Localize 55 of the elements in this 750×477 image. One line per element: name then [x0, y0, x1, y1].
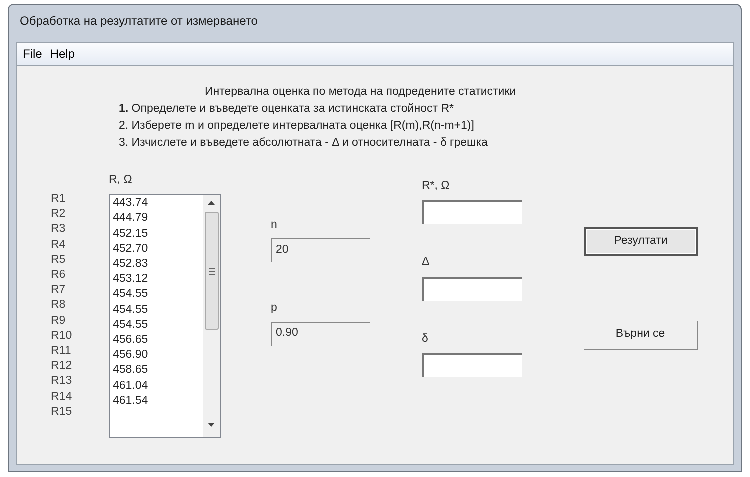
- readonly-field[interactable]: 20: [271, 238, 370, 262]
- row-label: R8: [51, 298, 67, 314]
- row-label: R15: [51, 404, 74, 420]
- row-label: R6: [51, 268, 67, 284]
- instruction-step: 2. Изберете m и определете интервалната оценка [R(m),R(n-m+1)]: [119, 118, 733, 135]
- field-label: R*, Ω: [422, 179, 451, 194]
- row-label: R10: [51, 328, 74, 344]
- action-button[interactable]: Резултати: [584, 227, 698, 256]
- list-label: R, Ω: [109, 173, 134, 188]
- row-label: R1: [51, 192, 67, 207]
- instruction-step: 1. Определете и въведете оценката за истинската стойност R*: [119, 101, 733, 118]
- list-item[interactable]: 456.65: [113, 333, 203, 348]
- row-label: R13: [51, 374, 74, 390]
- readonly-field[interactable]: 0.90: [271, 322, 370, 346]
- menu-item[interactable]: File: [23, 45, 42, 63]
- row-label: R7: [51, 283, 67, 298]
- scroll-down-icon[interactable]: [208, 423, 215, 428]
- instruction-step: 3. Изчислете и въведете абсолютната - Δ и относителната - δ грешка: [119, 135, 733, 152]
- window-title: Обработка на резултатите от измерването: [20, 13, 258, 30]
- row-label: R3: [51, 222, 67, 238]
- row-label: R9: [51, 314, 67, 329]
- row-label: R5: [51, 252, 67, 268]
- field-label: Δ: [422, 255, 431, 270]
- list-item[interactable]: 443.74: [113, 196, 203, 212]
- list-item[interactable]: 461.54: [113, 394, 203, 410]
- row-label: R4: [51, 238, 67, 253]
- list-item[interactable]: 454.55: [113, 287, 203, 303]
- row-label: R2: [51, 207, 67, 222]
- list-item[interactable]: 452.15: [113, 226, 203, 242]
- grip-icon: [208, 268, 214, 275]
- field-label: n: [271, 218, 278, 233]
- list-item[interactable]: 458.65: [113, 363, 203, 379]
- input-field[interactable]: [422, 200, 522, 224]
- row-label: R14: [51, 390, 74, 405]
- menu-item[interactable]: Help: [50, 45, 76, 63]
- list-item[interactable]: 444.79: [113, 211, 203, 227]
- scrollbar[interactable]: [203, 195, 220, 438]
- values-listbox[interactable]: 443.74 444.79 452.15 452.70 452.83 453.12 454.55 454.55 454.55 456.65 456.90 458.65 461.04 461.54: [109, 194, 221, 438]
- list-item[interactable]: 456.90: [113, 348, 203, 364]
- scrollbar-thumb[interactable]: [204, 212, 218, 330]
- scroll-up-icon[interactable]: [208, 201, 215, 206]
- list-item[interactable]: 452.70: [113, 242, 203, 258]
- list-item[interactable]: 461.04: [113, 378, 203, 394]
- action-button[interactable]: Върни се: [584, 321, 698, 350]
- input-field[interactable]: [422, 352, 522, 377]
- list-item[interactable]: 452.83: [113, 257, 203, 272]
- instructions-heading: Интервална оценка по метода на подредените статистики: [204, 85, 518, 100]
- list-item[interactable]: 454.55: [113, 318, 203, 334]
- list-item[interactable]: 453.12: [113, 272, 203, 288]
- row-label: R11: [51, 344, 72, 360]
- row-label: R12: [51, 359, 74, 374]
- field-label: δ: [422, 332, 430, 346]
- input-field[interactable]: [422, 276, 522, 300]
- list-item[interactable]: 454.55: [113, 302, 203, 318]
- field-label: p: [271, 301, 278, 316]
